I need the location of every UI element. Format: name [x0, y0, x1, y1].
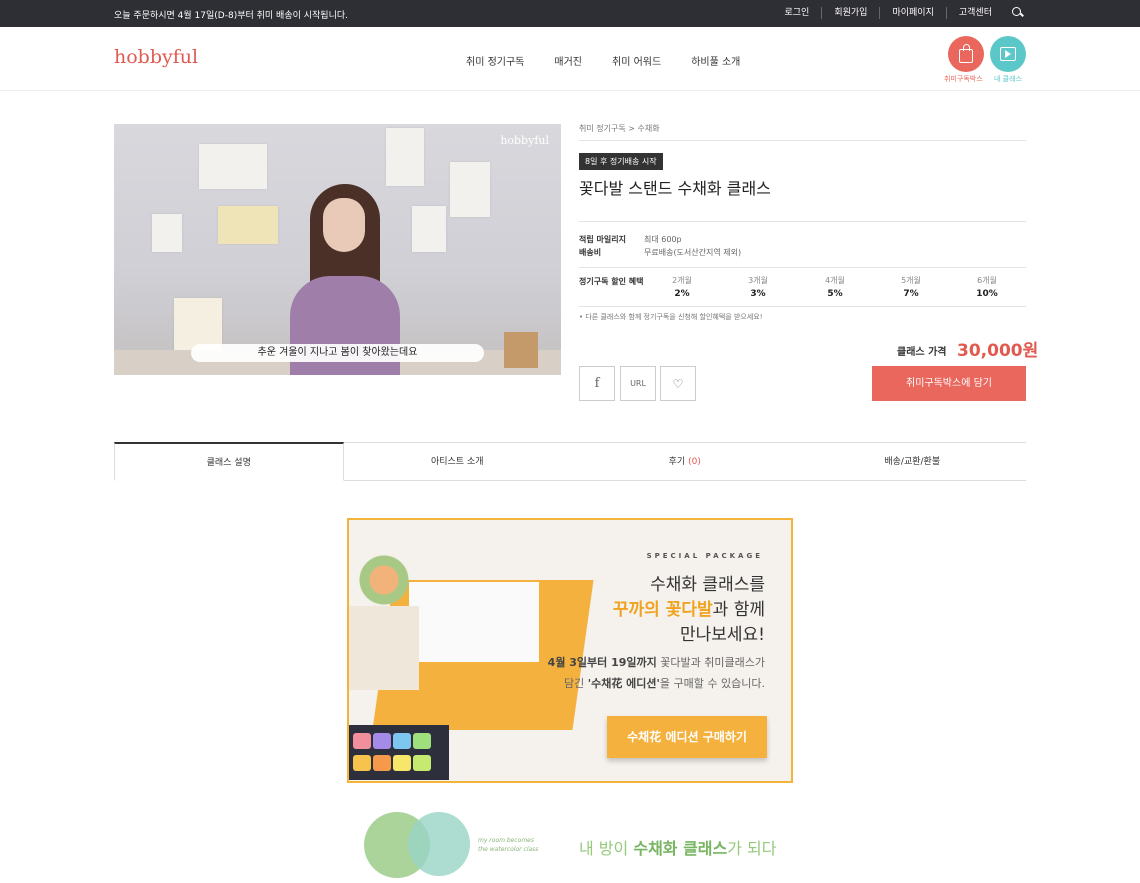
- nav-subscription[interactable]: 취미 정기구독: [466, 53, 524, 68]
- discount-note: • 다른 클래스와 함께 정기구독을 신청해 할인혜택을 받으세요!: [579, 313, 763, 321]
- facebook-share-button[interactable]: f: [579, 366, 615, 401]
- brush-cup: [504, 332, 538, 368]
- delivery-badge: 8일 후 정기배송 시작: [579, 153, 663, 170]
- shipping-value: 무료배송(도서산간지역 제외): [644, 248, 742, 257]
- tab-class-description[interactable]: 클래스 설명: [114, 442, 344, 481]
- price-label: 클래스 가격: [897, 347, 947, 358]
- wall-painting: [412, 206, 446, 252]
- tab-artist[interactable]: 아티스트 소개: [343, 442, 571, 480]
- site-header: hobbyful 취미 정기구독 매거진 취미 어워드 하비풀 소개 취미구독박…: [0, 27, 1140, 91]
- discount-6m: 6개월 10%: [976, 276, 998, 299]
- wishlist-button[interactable]: ♡: [660, 366, 696, 401]
- package-contents-image: [409, 582, 539, 662]
- nav-magazine[interactable]: 매거진: [554, 53, 582, 68]
- my-class-button[interactable]: [990, 36, 1026, 72]
- divider: [579, 267, 1026, 268]
- section-title: 내 방이 수채화 클래스가 되다: [579, 839, 777, 858]
- wall-painting: [450, 162, 490, 217]
- login-link[interactable]: 로그인: [773, 7, 822, 19]
- divider: [579, 221, 1026, 222]
- discount-label: 정기구독 할인 혜택: [579, 277, 644, 286]
- banner-description: 4월 3일부터 19일까지 꽃다발과 취미클래스가 담긴 '수채花 에디션'을 …: [547, 656, 765, 690]
- review-count: (0): [688, 457, 701, 467]
- wall-painting: [199, 144, 267, 189]
- bouquet-image: [349, 550, 419, 690]
- my-class-label: 내 클래스: [994, 75, 1022, 83]
- breadcrumb[interactable]: 취미 정기구독 > 수채화: [579, 123, 660, 134]
- banner-headline: 수채화 클래스를 꾸까의 꽃다발과 함께 만나보세요!: [612, 575, 765, 645]
- utility-links: 로그인 회원가입 마이페이지 고객센터: [773, 7, 1025, 19]
- divider: [579, 140, 1026, 141]
- price-value: 30,000원: [957, 341, 1039, 361]
- url-copy-button[interactable]: URL: [620, 366, 656, 401]
- divider: [579, 306, 1026, 307]
- search-icon[interactable]: [1012, 7, 1024, 19]
- palette-image: [349, 725, 449, 780]
- special-package-banner[interactable]: SPECIAL PACKAGE 수채화 클래스를 꾸까의 꽃다발과 함께 만나보…: [347, 518, 793, 783]
- shopping-bag-icon: [959, 44, 973, 63]
- video-subtitle: 추운 겨울이 지나고 봄이 찾아왔는데요: [191, 344, 484, 362]
- logo[interactable]: hobbyful: [114, 46, 198, 68]
- add-to-box-button[interactable]: 취미구독박스에 담기: [872, 366, 1026, 401]
- nav-awards[interactable]: 취미 어워드: [612, 53, 661, 68]
- buy-edition-button[interactable]: 수채花 에디션 구매하기: [607, 716, 767, 758]
- wall-painting: [218, 206, 278, 244]
- discount-2m: 2개월 2%: [672, 276, 692, 299]
- tab-reviews[interactable]: 후기 (0): [571, 442, 799, 480]
- hobby-box-button[interactable]: [948, 36, 984, 72]
- mileage-label: 적립 마일리지: [579, 235, 626, 244]
- tab-shipping[interactable]: 배송/교환/환불: [798, 442, 1026, 480]
- discount-5m: 5개월 7%: [901, 276, 921, 299]
- mypage-link[interactable]: 마이페이지: [879, 7, 945, 19]
- play-icon: [1000, 47, 1016, 61]
- heart-icon: ♡: [672, 376, 684, 391]
- watercolor-tagline: my room becomes the watercolor class: [478, 837, 539, 853]
- hobby-box-label: 취미구독박스: [944, 75, 983, 83]
- mileage-value: 최대 600p: [644, 235, 682, 244]
- shipping-notice: 오늘 주문하시면 4월 17일(D-8)부터 취미 배송이 시작됩니다.: [114, 11, 349, 21]
- discount-4m: 4개월 5%: [825, 276, 845, 299]
- watercolor-circle-teal: [408, 812, 470, 876]
- nav-about[interactable]: 하비풀 소개: [691, 53, 740, 68]
- wall-painting: [386, 128, 424, 186]
- shipping-label: 배송비: [579, 248, 602, 257]
- main-nav: 취미 정기구독 매거진 취미 어워드 하비풀 소개: [466, 53, 740, 68]
- discount-3m: 3개월 3%: [748, 276, 768, 299]
- class-video[interactable]: hobbyful 추운 겨울이 지나고 봄이 찾아왔는데요: [114, 124, 561, 375]
- facebook-icon: f: [594, 376, 600, 391]
- banner-eyebrow: SPECIAL PACKAGE: [646, 552, 763, 560]
- wall-painting: [152, 214, 182, 252]
- customer-center-link[interactable]: 고객센터: [945, 7, 1004, 19]
- top-notice-bar: 오늘 주문하시면 4월 17일(D-8)부터 취미 배송이 시작됩니다. 로그인…: [0, 0, 1140, 27]
- detail-tabs: 클래스 설명 아티스트 소개 후기 (0) 배송/교환/환불: [114, 442, 1026, 481]
- product-title: 꽃다발 스탠드 수채화 클래스: [579, 179, 771, 198]
- video-watermark: hobbyful: [500, 134, 549, 147]
- signup-link[interactable]: 회원가입: [821, 7, 879, 19]
